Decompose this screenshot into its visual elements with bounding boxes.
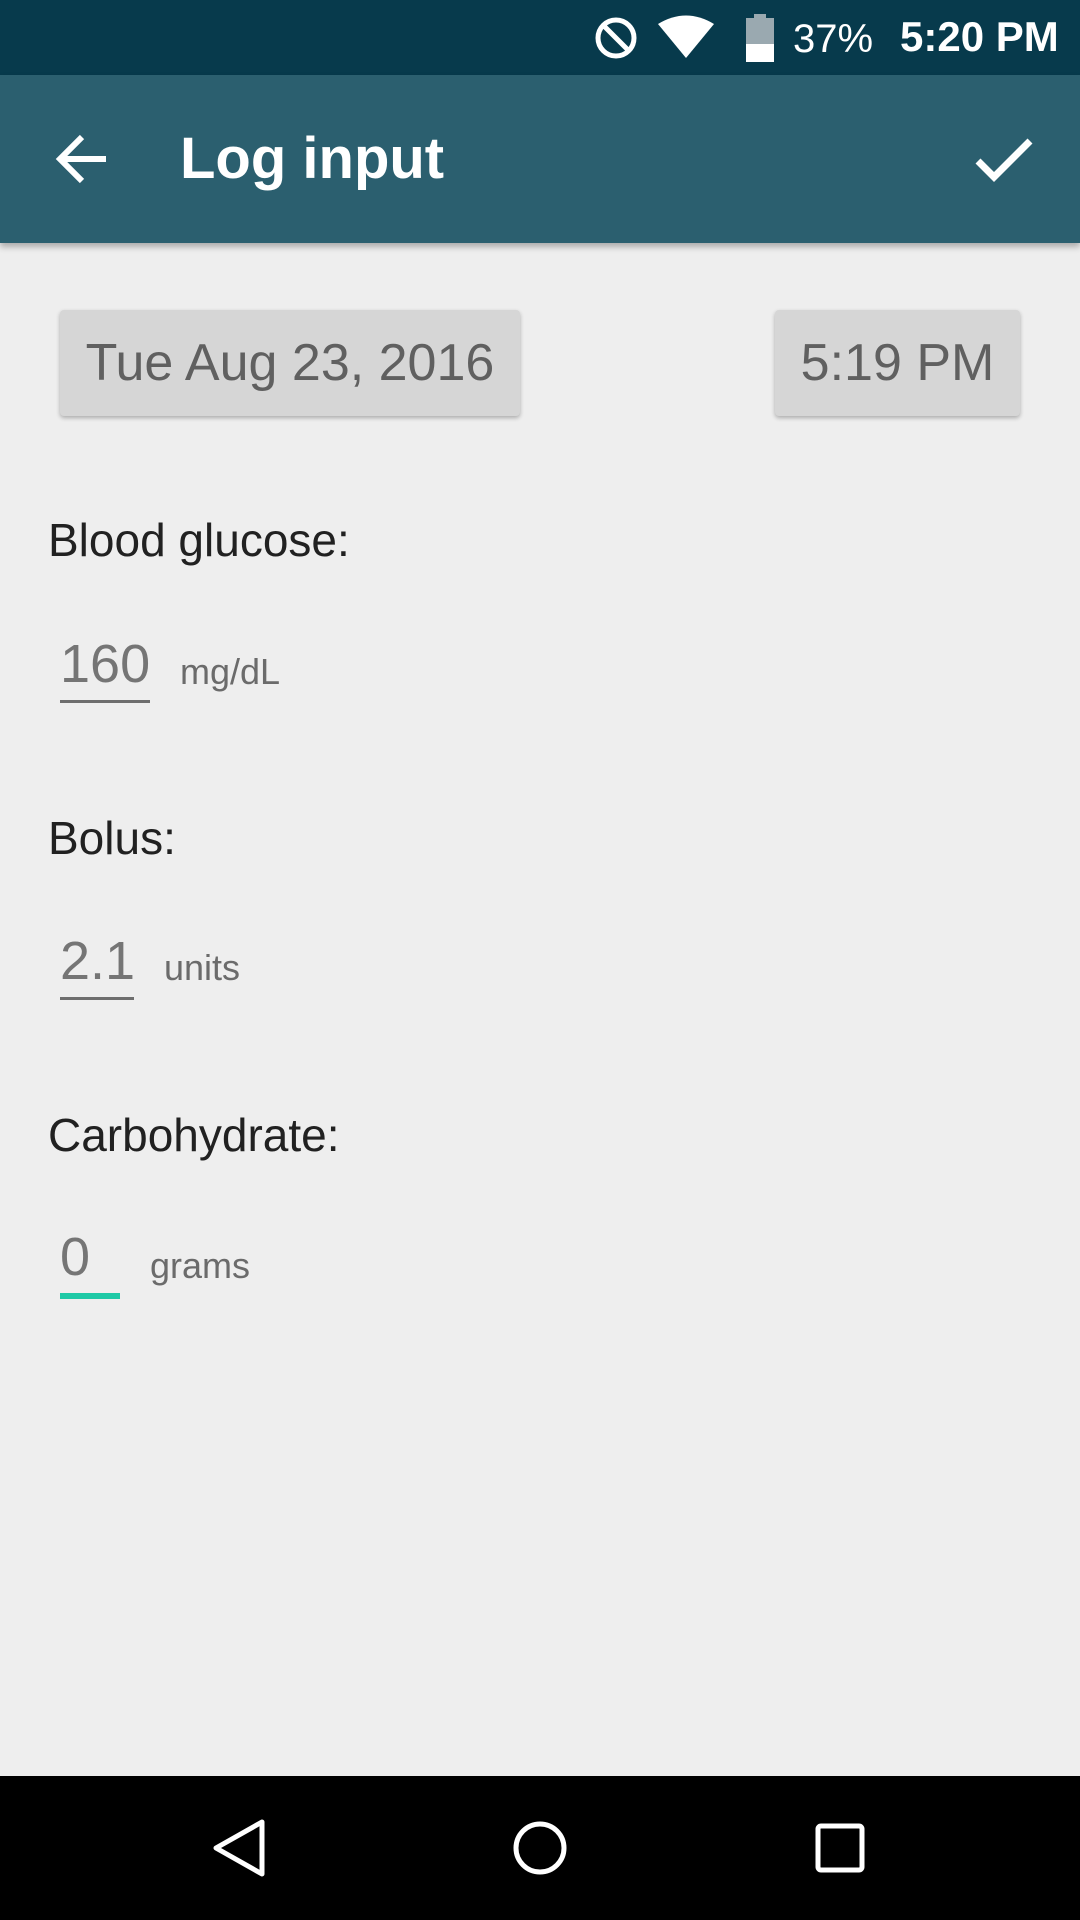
carbohydrate-label: Carbohydrate: <box>48 1109 340 1161</box>
carbohydrate-unit: grams <box>150 1245 251 1286</box>
bolus-input[interactable]: 2.1 <box>60 929 135 1000</box>
battery-percentage: 37% <box>793 17 874 61</box>
blood-glucose-unit: mg/dL <box>180 651 281 692</box>
bolus-unit: units <box>164 947 241 988</box>
back-triangle-icon[interactable] <box>208 1816 272 1880</box>
carbohydrate-input[interactable]: 0 <box>60 1225 120 1299</box>
status-bar: 37% 5:20 PM <box>0 0 1080 75</box>
blood-glucose-label: Blood glucose: <box>48 514 350 566</box>
page-title: Log input <box>180 126 445 191</box>
time-picker-button[interactable]: 5:19 PM <box>775 310 1020 416</box>
home-circle-icon[interactable] <box>508 1816 572 1880</box>
navigation-bar <box>0 1776 1080 1920</box>
do-not-disturb-icon <box>595 17 637 59</box>
blood-glucose-input[interactable]: 160 <box>60 632 150 703</box>
app-bar: Log input <box>0 75 1080 243</box>
arrow-back-icon[interactable] <box>50 127 114 191</box>
battery-icon <box>746 14 774 62</box>
date-picker-button[interactable]: Tue Aug 23, 2016 <box>60 310 520 416</box>
wifi-icon <box>658 15 714 58</box>
status-clock: 5:20 PM <box>900 13 1059 60</box>
bolus-label: Bolus: <box>48 812 176 864</box>
checkmark-icon[interactable] <box>972 127 1036 191</box>
recents-square-icon[interactable] <box>808 1816 872 1880</box>
